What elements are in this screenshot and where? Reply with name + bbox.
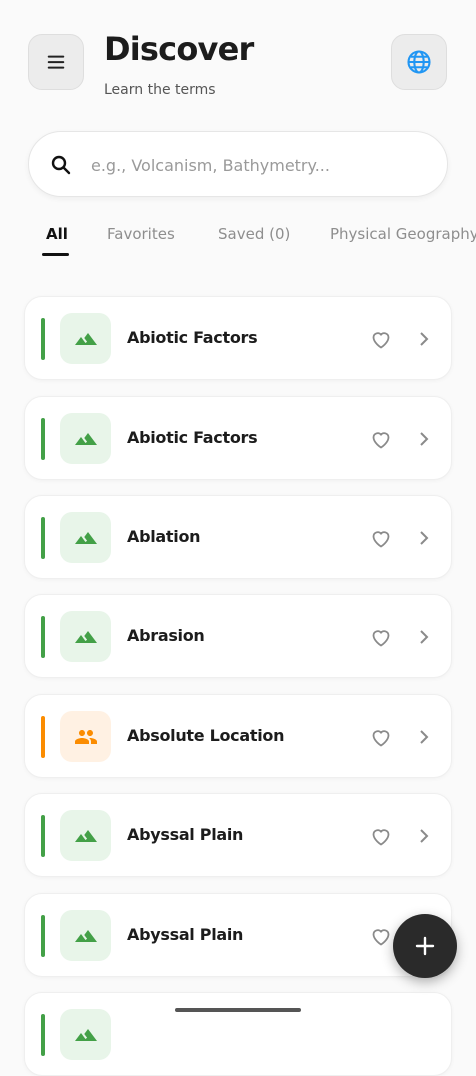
category-accent-bar <box>41 418 45 460</box>
term-label: Abiotic Factors <box>127 328 258 347</box>
page-title: Discover <box>104 30 254 68</box>
heart-icon[interactable] <box>369 327 393 351</box>
mountain-icon <box>74 332 97 345</box>
term-card[interactable]: Absolute Location <box>24 694 452 778</box>
menu-button[interactable] <box>28 34 84 90</box>
search-icon <box>51 155 71 175</box>
term-label: Ablation <box>127 527 201 546</box>
term-card[interactable]: Abiotic Factors <box>24 396 452 480</box>
category-icon-box <box>60 413 111 464</box>
term-card[interactable]: Abyssal Plain <box>24 793 452 877</box>
home-indicator <box>175 1008 301 1012</box>
tab-all[interactable]: All <box>46 225 68 243</box>
category-icon-box <box>60 711 111 762</box>
hamburger-menu-icon <box>47 55 65 69</box>
term-label: Absolute Location <box>127 726 285 745</box>
heart-icon[interactable] <box>369 427 393 451</box>
term-label: Abyssal Plain <box>127 825 244 844</box>
chevron-right-icon[interactable] <box>416 330 432 348</box>
chevron-right-icon[interactable] <box>416 430 432 448</box>
heart-icon[interactable] <box>369 625 393 649</box>
term-label: Abyssal Plain <box>127 925 244 944</box>
mountain-icon <box>74 531 97 544</box>
term-card[interactable]: Ablation <box>24 495 452 579</box>
category-accent-bar <box>41 915 45 957</box>
mountain-icon <box>74 929 97 942</box>
term-card[interactable] <box>24 992 452 1076</box>
chevron-right-icon[interactable] <box>416 728 432 746</box>
header: Discover Learn the terms <box>0 0 476 110</box>
category-accent-bar <box>41 517 45 559</box>
category-accent-bar <box>41 616 45 658</box>
globe-icon <box>407 50 431 74</box>
heart-icon[interactable] <box>369 824 393 848</box>
category-accent-bar <box>41 716 45 758</box>
category-icon-box <box>60 313 111 364</box>
term-card[interactable]: Abiotic Factors <box>24 296 452 380</box>
add-term-button[interactable] <box>393 914 457 978</box>
category-accent-bar <box>41 1014 45 1056</box>
term-card[interactable]: Abyssal Plain <box>24 893 452 977</box>
page-subtitle: Learn the terms <box>104 82 216 98</box>
category-icon-box <box>60 512 111 563</box>
tab-favorites[interactable]: Favorites <box>107 225 175 243</box>
chevron-right-icon[interactable] <box>416 827 432 845</box>
plus-icon <box>415 936 435 956</box>
heart-icon[interactable] <box>369 924 393 948</box>
language-button[interactable] <box>391 34 447 90</box>
chevron-right-icon[interactable] <box>416 529 432 547</box>
active-tab-indicator <box>42 253 69 256</box>
category-icon-box <box>60 910 111 961</box>
mountain-icon <box>74 829 97 842</box>
filter-tabs: All Favorites Saved (0) Physical Geograp… <box>0 220 476 260</box>
category-icon-box <box>60 611 111 662</box>
category-icon-box <box>60 810 111 861</box>
tab-physical-geography[interactable]: Physical Geography <box>330 225 476 243</box>
tab-saved[interactable]: Saved (0) <box>218 225 290 243</box>
category-accent-bar <box>41 318 45 360</box>
mountain-icon <box>74 432 97 445</box>
chevron-right-icon[interactable] <box>416 628 432 646</box>
category-icon-box <box>60 1009 111 1060</box>
heart-icon[interactable] <box>369 725 393 749</box>
heart-icon[interactable] <box>369 526 393 550</box>
term-label: Abiotic Factors <box>127 428 258 447</box>
term-card[interactable]: Abrasion <box>24 594 452 678</box>
mountain-icon <box>74 630 97 643</box>
search-bar <box>28 131 448 197</box>
term-label: Abrasion <box>127 626 205 645</box>
mountain-icon <box>74 1028 97 1041</box>
category-accent-bar <box>41 815 45 857</box>
people-icon <box>74 729 97 744</box>
search-input[interactable] <box>89 150 423 180</box>
